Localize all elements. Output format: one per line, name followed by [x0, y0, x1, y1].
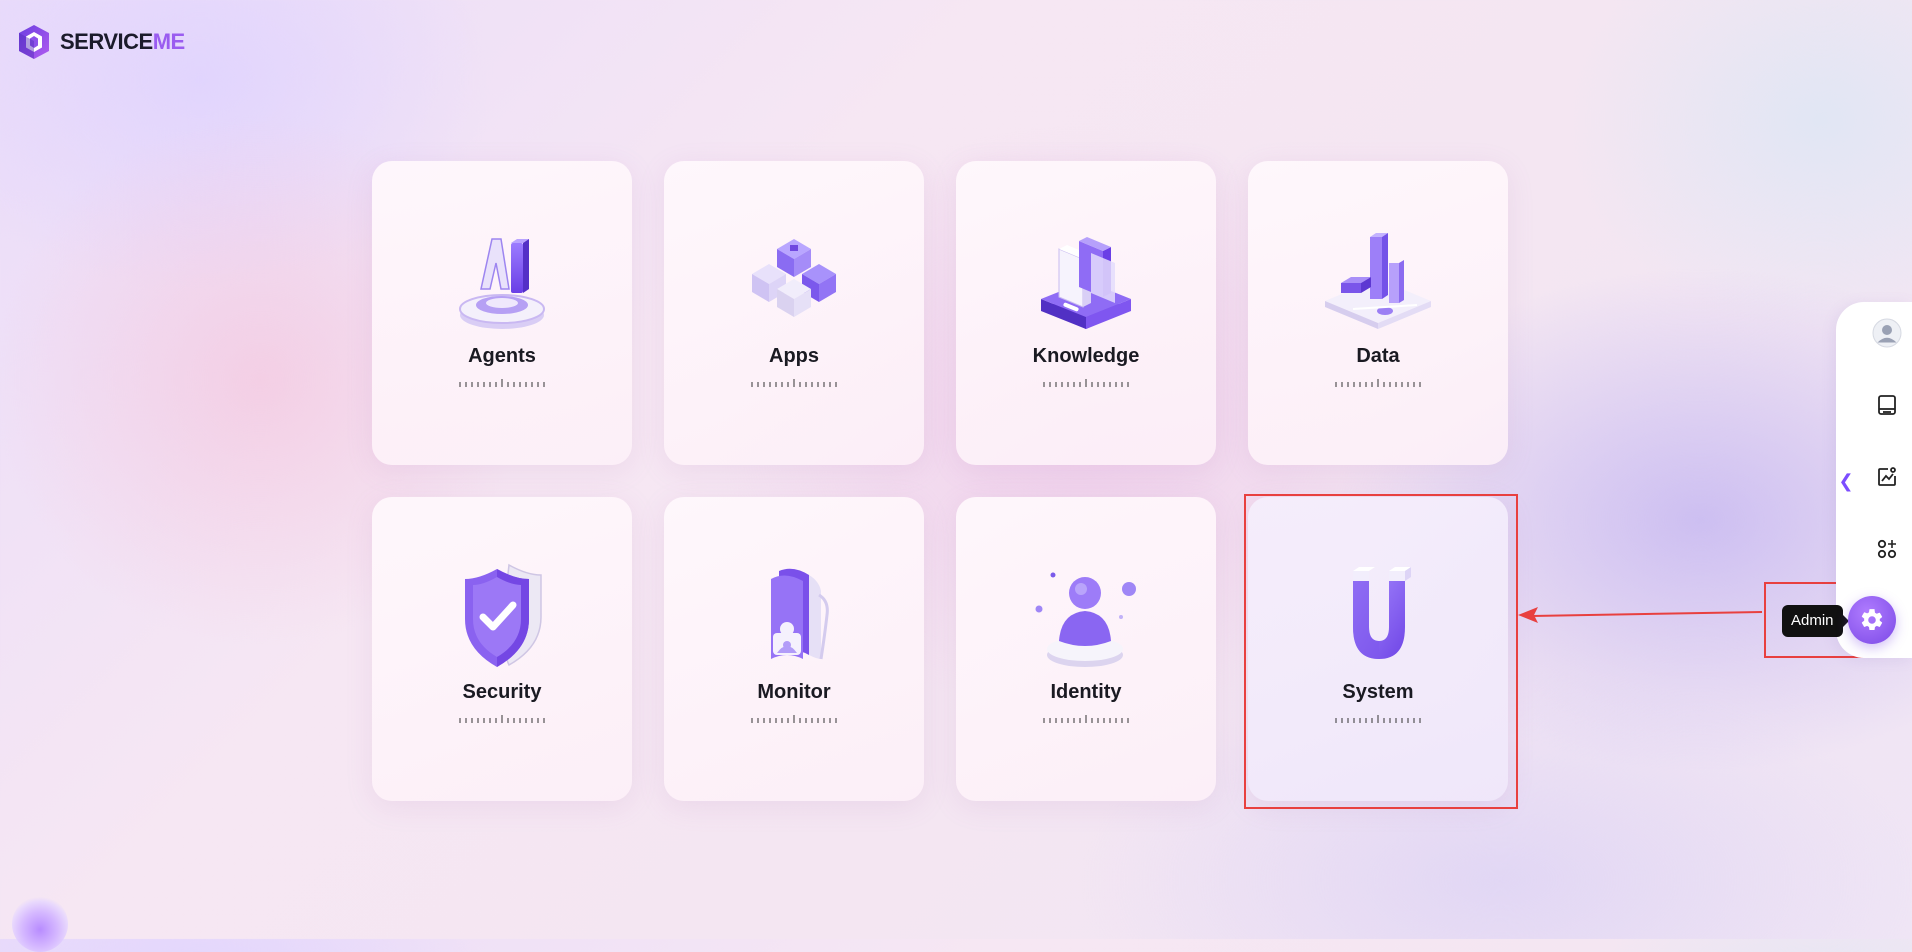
security-shield-icon	[465, 563, 542, 667]
module-grid: Agents Apps Knowledge Data Security Moni…	[372, 161, 1508, 801]
card-identity[interactable]: Identity	[956, 497, 1216, 801]
card-system[interactable]: System	[1248, 497, 1508, 801]
sidebar-item-profile[interactable]	[1872, 318, 1902, 348]
apps-grid-icon	[1877, 539, 1897, 559]
card-label: Monitor	[757, 681, 831, 703]
monitor-badge-icon	[771, 568, 829, 660]
brand-name: SERVICEME	[60, 29, 185, 54]
card-agents[interactable]: Agents	[372, 161, 632, 465]
knowledge-books-icon	[1041, 237, 1131, 329]
sidebar-item-analytics[interactable]	[1872, 462, 1902, 492]
sidebar-item-apps[interactable]	[1872, 534, 1902, 564]
card-label: Agents	[468, 345, 536, 367]
card-tick-mark	[459, 379, 545, 387]
card-data[interactable]: Data	[1248, 161, 1508, 465]
card-tick-mark	[1335, 715, 1421, 723]
card-tick-mark	[1043, 379, 1129, 387]
servicme-logo-icon	[19, 25, 49, 59]
card-monitor[interactable]: Monitor	[664, 497, 924, 801]
card-security[interactable]: Security	[372, 497, 632, 801]
card-label: Apps	[769, 345, 819, 367]
gear-icon	[1861, 609, 1883, 631]
apps-cubes-icon	[752, 239, 836, 317]
card-tick-mark	[1335, 379, 1421, 387]
admin-tooltip: Admin	[1782, 605, 1849, 637]
card-label: System	[1342, 681, 1414, 703]
card-label: Data	[1356, 345, 1400, 367]
system-magnet-icon	[1353, 567, 1411, 659]
card-label: Knowledge	[1032, 345, 1140, 367]
sidebar-collapse-toggle[interactable]: ❮	[1838, 468, 1854, 494]
sidebar-item-docs[interactable]	[1872, 390, 1902, 420]
card-tick-mark	[751, 379, 837, 387]
admin-button[interactable]	[1848, 596, 1896, 644]
card-label: Identity	[1050, 681, 1122, 703]
data-chart-icon	[1325, 233, 1431, 329]
card-tick-mark	[459, 715, 545, 723]
analytics-icon	[1878, 467, 1896, 486]
user-avatar-icon	[1872, 318, 1902, 348]
assistant-orb[interactable]	[12, 896, 68, 952]
pointer-arrow	[1518, 607, 1762, 623]
card-label: Security	[462, 681, 542, 703]
card-knowledge[interactable]: Knowledge	[956, 161, 1216, 465]
ai-agent-icon	[459, 238, 545, 329]
card-tick-mark	[1043, 715, 1129, 723]
card-apps[interactable]: Apps	[664, 161, 924, 465]
book-icon	[1878, 395, 1896, 415]
identity-person-icon	[1035, 572, 1136, 667]
brand-logo[interactable]: SERVICEME	[14, 22, 185, 62]
card-tick-mark	[751, 715, 837, 723]
